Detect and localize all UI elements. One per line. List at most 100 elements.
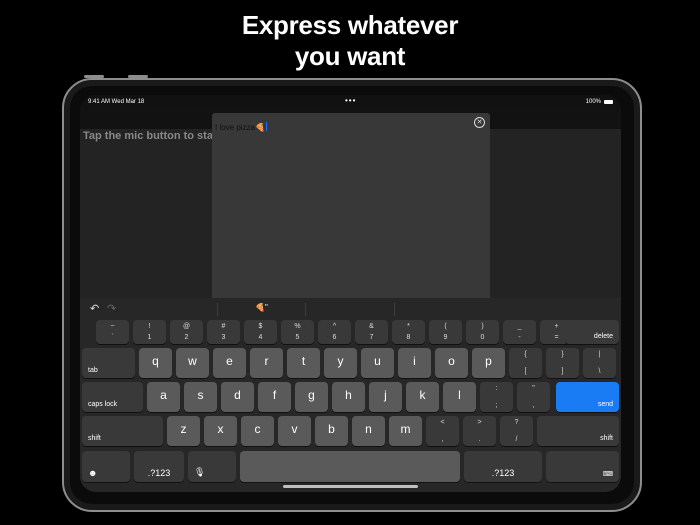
letter-key[interactable]: v (278, 416, 311, 446)
mode-key-left-label: .?123 (147, 468, 171, 478)
letter-key-label: q (152, 354, 159, 368)
number-key-primary: 1 (147, 334, 152, 341)
prediction-bar: ↶ ↷ 🍕" (80, 298, 621, 320)
tab-key-label: tab (88, 367, 98, 374)
symbol-key-shifted: { (524, 351, 527, 358)
letter-key-label: n (365, 422, 372, 436)
letter-key[interactable]: a (147, 382, 180, 412)
letter-key[interactable]: d (221, 382, 254, 412)
letter-key[interactable]: h (332, 382, 365, 412)
letter-key[interactable]: t (287, 348, 320, 378)
number-key-shifted: ) (481, 323, 484, 330)
number-key[interactable]: ^ 6 (318, 320, 351, 344)
status-battery-level: 100% (585, 99, 601, 105)
symbol-key[interactable]: {[ (509, 348, 542, 378)
symbol-key-primary: , (532, 402, 535, 409)
symbol-key-shifted: < (440, 419, 445, 426)
space-bar[interactable] (240, 451, 460, 482)
number-key-primary: 6 (332, 334, 337, 341)
number-key[interactable]: ) 0 (466, 320, 499, 344)
letter-key[interactable]: m (389, 416, 422, 446)
number-key[interactable]: & 7 (355, 320, 388, 344)
symbol-key[interactable]: }] (546, 348, 579, 378)
caps-lock-key[interactable]: caps lock (82, 382, 143, 412)
dictation-key[interactable]: 🎙 (188, 451, 236, 482)
emoji-key[interactable]: ☻ (82, 451, 130, 482)
volume-button-top (84, 75, 104, 78)
letter-key[interactable]: w (176, 348, 209, 378)
number-key-shifted: * (407, 323, 410, 330)
letter-key-label: h (345, 388, 352, 402)
undo-icon[interactable]: ↶ (90, 302, 99, 315)
letter-key[interactable]: e (213, 348, 246, 378)
symbol-key-shifted: ? (514, 419, 519, 426)
hide-keyboard-key-keyboard-icon: ⌨ (602, 471, 613, 478)
shift-key-left[interactable]: shift (82, 416, 163, 446)
number-key[interactable]: #3 (207, 320, 240, 344)
symbol-key[interactable]: | \ (583, 348, 616, 378)
number-key-shifted: # (221, 323, 226, 330)
close-icon[interactable]: ✕ (474, 117, 485, 128)
keyboard: ↶ ↷ 🍕" ~ `! 1 @2 #3 $4% 5 ^ 6 & 7 * 8(9) 0 _ - + = delete t… (80, 298, 621, 492)
multitasking-dots[interactable]: ••• (345, 96, 356, 105)
prediction-suggestion[interactable]: 🍕" (255, 303, 268, 312)
letter-key[interactable]: u (361, 348, 394, 378)
letter-key-label: t (301, 354, 306, 368)
mode-key-right[interactable]: .?123 (464, 451, 542, 482)
mode-key-left[interactable]: .?123 (134, 451, 184, 482)
number-key[interactable]: $4 (244, 320, 277, 344)
text-caret (266, 122, 267, 131)
symbol-key-primary: [ (524, 368, 527, 375)
number-key[interactable]: _ - (503, 320, 536, 344)
overlay-text-field[interactable]: I love pizza🍕 (215, 122, 267, 132)
send-button[interactable]: send (556, 382, 619, 412)
letter-key-label: k (419, 388, 426, 402)
letter-key[interactable]: q (139, 348, 172, 378)
letter-key[interactable]: g (295, 382, 328, 412)
letter-key-label: x (217, 422, 224, 436)
letter-key[interactable]: i (398, 348, 431, 378)
number-key[interactable]: @2 (170, 320, 203, 344)
letter-key[interactable]: c (241, 416, 274, 446)
symbol-key[interactable]: ", (517, 382, 550, 412)
number-key-primary: 8 (406, 334, 411, 341)
letter-key[interactable]: p (472, 348, 505, 378)
number-key[interactable]: ! 1 (133, 320, 166, 344)
symbol-key-primary: . (478, 436, 481, 443)
letter-key[interactable]: o (435, 348, 468, 378)
letter-key[interactable]: y (324, 348, 357, 378)
letter-key[interactable]: r (250, 348, 283, 378)
number-key[interactable]: * 8 (392, 320, 425, 344)
text-overlay-panel[interactable]: I love pizza🍕 ✕ (212, 113, 490, 298)
symbol-key[interactable]: ? / (500, 416, 533, 446)
delete-key[interactable]: delete (565, 320, 619, 344)
letter-key[interactable]: z (167, 416, 200, 446)
hide-keyboard-key[interactable]: ⌨ (546, 451, 619, 482)
pizza-emoji: 🍕 (255, 123, 265, 132)
tab-key[interactable]: tab (82, 348, 135, 378)
letter-key[interactable]: n (352, 416, 385, 446)
letter-key[interactable]: x (204, 416, 237, 446)
letter-key[interactable]: b (315, 416, 348, 446)
symbol-key-primary: , (441, 436, 444, 443)
symbol-key[interactable]: <, (426, 416, 459, 446)
number-key[interactable]: % 5 (281, 320, 314, 344)
letter-key[interactable]: s (184, 382, 217, 412)
letter-key[interactable]: l (443, 382, 476, 412)
symbol-key[interactable]: :; (480, 382, 513, 412)
letter-key-label: c (254, 422, 261, 436)
delete-key-label: delete (593, 333, 613, 340)
number-key[interactable]: (9 (429, 320, 462, 344)
symbol-key[interactable]: >. (463, 416, 496, 446)
number-key[interactable]: ~ ` (96, 320, 129, 344)
letter-key[interactable]: f (258, 382, 291, 412)
letter-key[interactable]: k (406, 382, 439, 412)
letter-key-label: o (448, 354, 455, 368)
letter-key[interactable]: j (369, 382, 402, 412)
number-key-primary: 7 (369, 334, 374, 341)
number-key-shifted: ~ (110, 323, 115, 330)
redo-icon[interactable]: ↷ (107, 302, 116, 315)
letter-key-label: e (226, 354, 233, 368)
battery-icon (604, 100, 613, 104)
shift-key-right[interactable]: shift (537, 416, 619, 446)
